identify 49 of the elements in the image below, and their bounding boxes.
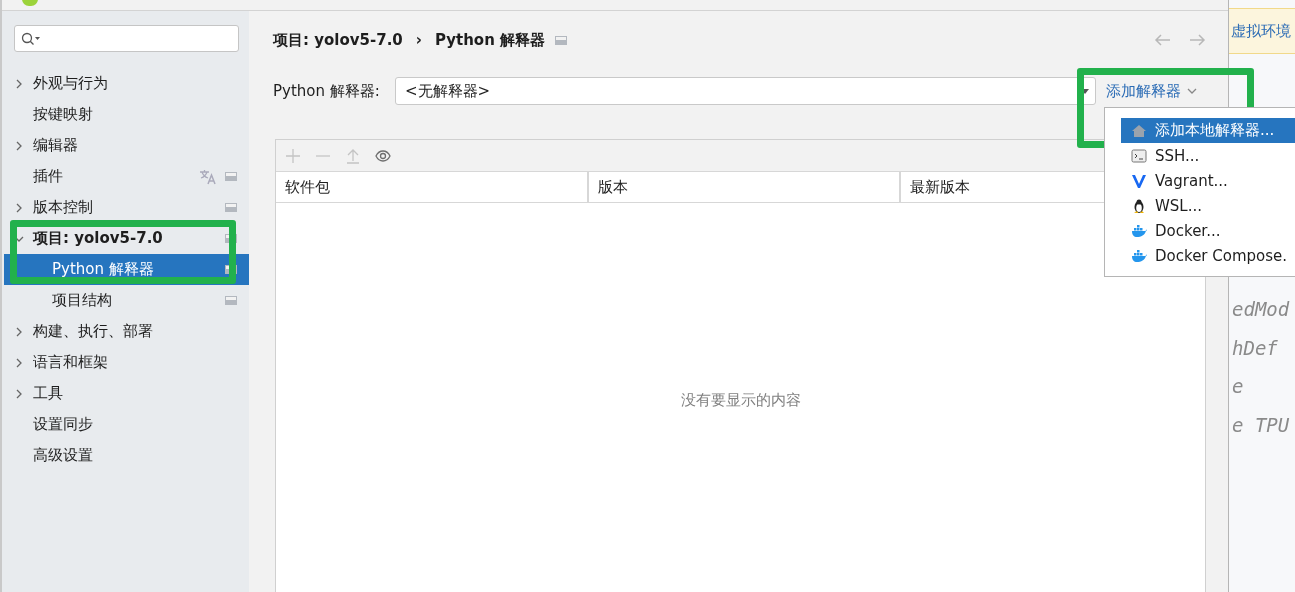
- project-scope-icon: [225, 203, 237, 212]
- settings-tree-item[interactable]: 版本控制: [4, 192, 249, 223]
- column-header[interactable]: 软件包: [276, 172, 587, 202]
- search-field[interactable]: [14, 25, 239, 52]
- empty-message: 没有要显示的内容: [680, 391, 801, 410]
- settings-tree-item[interactable]: 按键映射: [4, 99, 249, 130]
- code-line: e TPU: [1232, 413, 1291, 438]
- code-line: e: [1232, 375, 1245, 399]
- chevron-icon[interactable]: [14, 140, 24, 151]
- breadcrumb-separator: ›: [415, 31, 422, 49]
- whale-icon: [1131, 247, 1147, 264]
- translate-icon: [199, 168, 217, 185]
- code-line: hDef: [1232, 336, 1279, 361]
- whale-icon: [1131, 222, 1147, 239]
- terminal-icon: [1131, 147, 1147, 164]
- settings-tree-item[interactable]: 高级设置: [4, 440, 249, 471]
- interpreter-label: Python 解释器:: [273, 81, 381, 101]
- code-line: edMod: [1232, 298, 1291, 322]
- v-logo-icon: [1131, 172, 1147, 189]
- breadcrumb-current: Python 解释器: [434, 30, 546, 50]
- caret-icon: [1081, 88, 1089, 94]
- settings-tree-item[interactable]: 语言和框架: [4, 347, 249, 378]
- settings-tree-item[interactable]: 工具: [4, 378, 249, 409]
- column-header[interactable]: 版本: [587, 172, 899, 202]
- project-scope-icon: [225, 296, 237, 305]
- project-scope-icon: [555, 35, 568, 45]
- caret-icon: [1187, 87, 1197, 95]
- banner-link[interactable]: 虚拟环境: [1231, 21, 1291, 41]
- chevron-icon[interactable]: [14, 357, 24, 368]
- chevron-icon[interactable]: [14, 388, 24, 399]
- settings-tree-item[interactable]: 构建、执行、部署: [4, 316, 249, 347]
- chevron-icon[interactable]: [14, 202, 24, 213]
- menu-item[interactable]: SSH...: [1121, 143, 1295, 168]
- settings-tree-item[interactable]: 项目结构: [4, 285, 249, 316]
- settings-tree-item[interactable]: 编辑器: [4, 130, 249, 161]
- interpreter-dropdown[interactable]: <无解释器>: [395, 77, 1096, 105]
- chevron-icon[interactable]: [14, 326, 24, 337]
- settings-tree-item[interactable]: 设置同步: [4, 409, 249, 440]
- menu-item[interactable]: Docker...: [1121, 218, 1295, 243]
- project-scope-icon: [225, 172, 237, 181]
- search-icon: [21, 31, 41, 46]
- menu-item[interactable]: 添加本地解释器...: [1121, 118, 1295, 143]
- chevron-icon[interactable]: [14, 78, 24, 89]
- home-icon: [1131, 122, 1147, 139]
- settings-tree-item[interactable]: 外观与行为: [4, 68, 249, 99]
- menu-item[interactable]: Docker Compose.: [1121, 243, 1295, 268]
- add-interpreter-link[interactable]: 添加解释器: [1100, 77, 1206, 105]
- settings-tree-item[interactable]: 插件: [4, 161, 249, 192]
- breadcrumb-parent[interactable]: 项目: yolov5-7.0: [273, 30, 403, 50]
